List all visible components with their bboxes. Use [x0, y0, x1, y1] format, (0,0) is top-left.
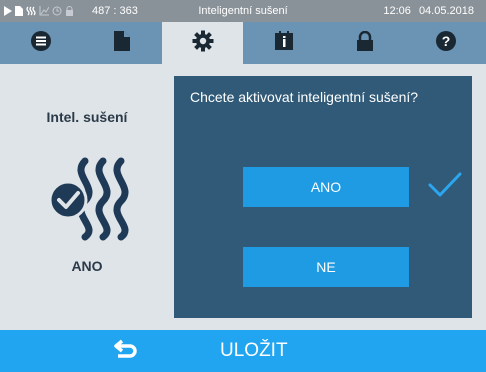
tab-info[interactable] — [243, 22, 324, 64]
tab-document[interactable] — [81, 22, 162, 64]
dialog-question: Chcete aktivovat inteligentní sušení? — [190, 89, 419, 105]
no-button[interactable]: NE — [243, 247, 409, 287]
svg-text:?: ? — [441, 33, 450, 49]
intelligent-drying-icon — [45, 151, 135, 246]
back-arrow-icon — [114, 338, 140, 365]
check-icon — [428, 171, 462, 204]
status-bar: 487 : 363 Inteligentní sušení 12:06 04.0… — [0, 0, 486, 22]
tab-bar: ? — [0, 22, 486, 64]
yes-button[interactable]: ANO — [243, 167, 409, 207]
back-button[interactable] — [112, 338, 142, 364]
save-button[interactable]: ULOŽIT — [220, 330, 288, 372]
tab-help[interactable]: ? — [405, 22, 486, 64]
datetime: 12:06 04.05.2018 — [378, 4, 474, 18]
time: 12:06 — [383, 5, 411, 17]
bottom-bar: ULOŽIT — [0, 330, 486, 372]
document-icon — [113, 30, 130, 56]
feature-panel: Intel. sušení ANO — [0, 64, 174, 330]
tab-settings[interactable] — [162, 22, 243, 64]
help-icon: ? — [435, 30, 456, 56]
list-icon — [30, 30, 51, 56]
info-book-icon — [274, 30, 294, 56]
lock-icon — [356, 30, 373, 56]
activation-dialog: Chcete aktivovat inteligentní sušení? AN… — [174, 76, 472, 318]
feature-state: ANO — [71, 258, 103, 274]
tab-list[interactable] — [0, 22, 81, 64]
gear-icon — [192, 30, 214, 57]
date: 04.05.2018 — [418, 5, 474, 17]
tab-lock[interactable] — [324, 22, 405, 64]
feature-title: Intel. sušení — [46, 109, 128, 125]
